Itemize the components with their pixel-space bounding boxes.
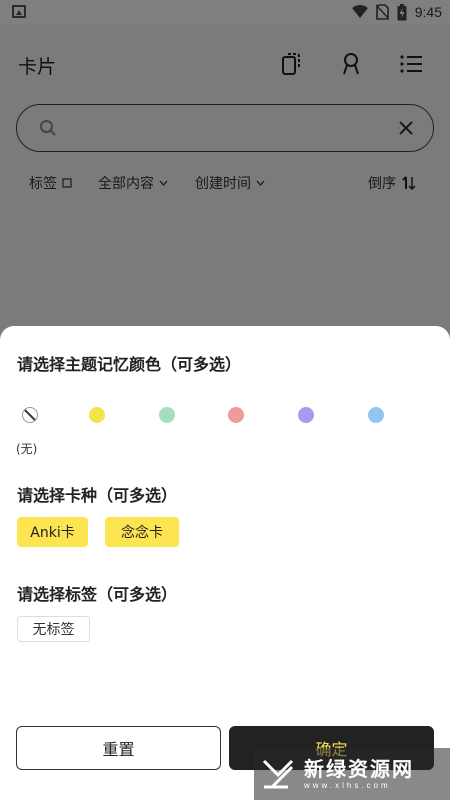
tag-chip-none[interactable]: 无标签 [17, 616, 90, 642]
watermark-logo-icon [262, 759, 294, 789]
watermark-subtext: www.xlhs.com [304, 780, 391, 790]
tag-section-title: 请选择标签（可多选） [17, 585, 178, 604]
card-type-chip-anki[interactable]: Anki卡 [17, 517, 88, 547]
color-option-none[interactable] [22, 407, 38, 423]
color-option-blue[interactable] [368, 407, 384, 423]
color-none-label: (无) [16, 442, 38, 456]
color-option-red[interactable] [228, 407, 244, 423]
color-option-green[interactable] [159, 407, 175, 423]
color-option-yellow[interactable] [89, 407, 105, 423]
color-section-title: 请选择主题记忆颜色（可多选） [17, 355, 242, 374]
watermark-text: 新绿资源网 [304, 756, 414, 781]
watermark: 新绿资源网 www.xlhs.com [254, 748, 450, 800]
reset-button[interactable]: 重置 [16, 726, 221, 770]
card-type-chip-niannian[interactable]: 念念卡 [105, 517, 179, 547]
color-option-purple[interactable] [298, 407, 314, 423]
card-type-section-title: 请选择卡种（可多选） [17, 486, 178, 505]
